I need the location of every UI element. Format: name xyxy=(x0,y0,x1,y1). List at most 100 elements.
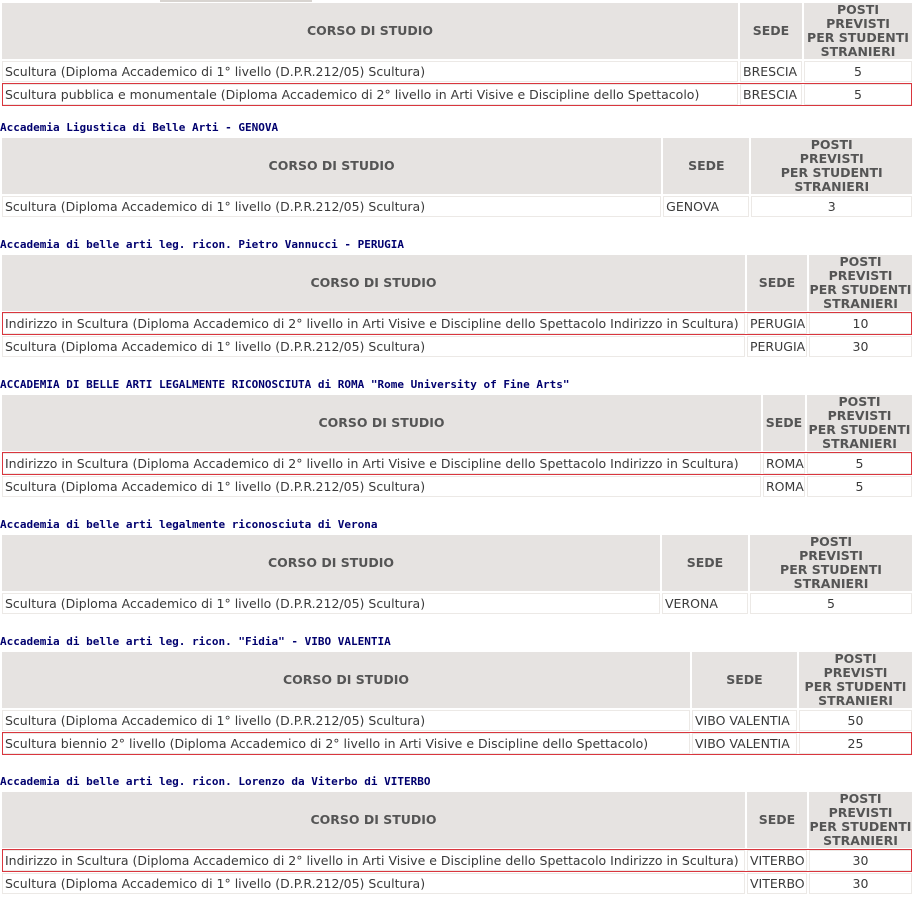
places-header-line: POSTI xyxy=(837,2,879,17)
table-row: Indirizzo in Scultura (Diploma Accademic… xyxy=(2,850,912,871)
places-cell: 5 xyxy=(807,453,912,474)
table-row: Scultura (Diploma Accademico di 1° livel… xyxy=(2,61,912,82)
seat-column-header: SEDE xyxy=(747,792,807,848)
course-name-cell: Scultura (Diploma Accademico di 1° livel… xyxy=(2,336,745,357)
course-name-cell: Scultura (Diploma Accademico di 1° livel… xyxy=(2,61,738,82)
seat-cell: GENOVA xyxy=(663,196,750,217)
places-column-header: POSTI PREVISTI PER STUDENTI STRANIERI xyxy=(750,535,912,591)
seat-cell: VIBO VALENTIA xyxy=(692,733,797,754)
table-row: Scultura (Diploma Accademico di 1° livel… xyxy=(2,710,912,731)
seat-cell: BRESCIA xyxy=(740,61,802,82)
course-column-header: CORSO DI STUDIO xyxy=(2,652,690,708)
course-column-header: CORSO DI STUDIO xyxy=(2,535,660,591)
places-header-line: PER STUDENTI xyxy=(780,165,883,180)
course-name-cell: Indirizzo in Scultura (Diploma Accademic… xyxy=(2,313,745,334)
places-header-line: POSTI xyxy=(839,791,882,806)
table-row: Scultura (Diploma Accademico di 1° livel… xyxy=(2,593,912,614)
places-header-line: PREVISTI xyxy=(799,548,863,563)
course-table: CORSO DI STUDIO SEDE POSTI PREVISTI PER STUD… xyxy=(0,790,914,896)
places-cell: 5 xyxy=(807,476,912,497)
places-header-line: PER STUDENTI xyxy=(807,30,909,45)
places-cell: 30 xyxy=(809,873,912,894)
course-table: CORSO DI STUDIO SEDE POSTI PREVISTI PER STUD… xyxy=(0,650,914,756)
places-header-line: POSTI xyxy=(810,137,853,152)
table-row: Scultura (Diploma Accademico di 1° livel… xyxy=(2,873,912,894)
seat-cell: VITERBO xyxy=(747,873,807,894)
places-column-header: POSTI PREVISTI PER STUDENTI STRANIERI xyxy=(809,792,912,848)
course-name-cell: Indirizzo in Scultura (Diploma Accademic… xyxy=(2,850,745,871)
course-column-header: CORSO DI STUDIO xyxy=(2,255,745,311)
seat-column-header: SEDE xyxy=(763,395,805,451)
seat-cell: VIBO VALENTIA xyxy=(692,710,797,731)
places-header-line: STRANIERI xyxy=(818,693,893,708)
table-row: Scultura (Diploma Accademico di 1° livel… xyxy=(2,476,912,497)
places-header-line: STRANIERI xyxy=(794,179,870,194)
places-cell: 50 xyxy=(799,710,912,731)
institution-title: Accademia Ligustica di Belle Arti - GENO… xyxy=(0,121,279,134)
seat-cell: BRESCIA xyxy=(740,84,802,105)
table-row: Scultura (Diploma Accademico di 1° livel… xyxy=(2,336,912,357)
places-cell: 10 xyxy=(809,313,912,334)
places-header-line: STRANIERI xyxy=(793,576,869,591)
places-header-line: POSTI xyxy=(810,534,852,549)
places-header-line: PREVISTI xyxy=(823,665,888,680)
seat-cell: PERUGIA xyxy=(747,336,807,357)
seat-column-header: SEDE xyxy=(740,3,802,59)
places-header-line: POSTI xyxy=(838,394,881,409)
course-name-cell: Scultura biennio 2° livello (Diploma Acc… xyxy=(2,733,690,754)
course-table: CORSO DI STUDIO SEDE POSTI PREVISTI PER STUD… xyxy=(0,136,914,219)
places-column-header: POSTI PREVISTI PER STUDENTI STRANIERI xyxy=(809,255,912,311)
table-row: Indirizzo in Scultura (Diploma Accademic… xyxy=(2,313,912,334)
course-name-cell: Scultura (Diploma Accademico di 1° livel… xyxy=(2,196,662,217)
places-header-line: STRANIERI xyxy=(823,296,898,311)
places-cell: 30 xyxy=(809,850,912,871)
institution-title: Accademia di belle arti leg. ricon. Piet… xyxy=(0,238,404,251)
table-row: Scultura (Diploma Accademico di 1° livel… xyxy=(2,196,912,217)
places-column-header: POSTI PREVISTI PER STUDENTI STRANIERI xyxy=(799,652,912,708)
seat-cell: ROMA xyxy=(763,476,805,497)
seat-cell: VITERBO xyxy=(747,850,807,871)
places-header-line: PREVISTI xyxy=(828,805,893,820)
places-header-line: PER STUDENTI xyxy=(809,282,912,297)
places-header-line: PER STUDENTI xyxy=(804,679,907,694)
places-cell: 5 xyxy=(804,84,912,105)
course-table: CORSO DI STUDIO SEDE POSTI PREVISTI PER STUD… xyxy=(0,533,914,616)
places-header-line: PREVISTI xyxy=(828,268,893,283)
places-header-line: PER STUDENTI xyxy=(780,562,882,577)
course-table: CORSO DI STUDIO SEDE POSTI PREVISTI PER STUD… xyxy=(0,1,914,107)
course-name-cell: Indirizzo in Scultura (Diploma Accademic… xyxy=(2,453,761,474)
course-name-cell: Scultura (Diploma Accademico di 1° livel… xyxy=(2,710,690,731)
course-name-cell: Scultura (Diploma Accademico di 1° livel… xyxy=(2,873,745,894)
places-column-header: POSTI PREVISTI PER STUDENTI STRANIERI xyxy=(807,395,912,451)
places-cell: 30 xyxy=(809,336,912,357)
places-header-line: STRANIERI xyxy=(822,436,897,451)
places-header-line: STRANIERI xyxy=(820,44,896,59)
seat-cell: ROMA xyxy=(763,453,805,474)
course-table: CORSO DI STUDIO SEDE POSTI PREVISTI PER STUD… xyxy=(0,393,914,499)
seat-column-header: SEDE xyxy=(747,255,807,311)
seat-cell: PERUGIA xyxy=(747,313,807,334)
institution-title: Accademia di belle arti legalmente ricon… xyxy=(0,518,378,531)
places-cell: 5 xyxy=(750,593,912,614)
course-column-header: CORSO DI STUDIO xyxy=(2,138,662,194)
places-header-line: PREVISTI xyxy=(826,16,890,31)
seat-cell: VERONA xyxy=(662,593,748,614)
places-header-line: POSTI xyxy=(834,651,877,666)
places-cell: 3 xyxy=(751,196,912,217)
places-column-header: POSTI PREVISTI PER STUDENTI STRANIERI xyxy=(804,3,912,59)
places-cell: 5 xyxy=(804,61,912,82)
table-row: Indirizzo in Scultura (Diploma Accademic… xyxy=(2,453,912,474)
institution-title: ACCADEMIA DI BELLE ARTI LEGALMENTE RICON… xyxy=(0,378,570,391)
places-header-line: PREVISTI xyxy=(827,408,892,423)
institution-title: Accademia di belle arti leg. ricon. Lore… xyxy=(0,775,431,788)
places-header-line: PER STUDENTI xyxy=(808,422,911,437)
places-column-header: POSTI PREVISTI PER STUDENTI STRANIERI xyxy=(751,138,912,194)
seat-column-header: SEDE xyxy=(692,652,797,708)
places-header-line: PREVISTI xyxy=(799,151,864,166)
places-header-line: POSTI xyxy=(839,254,882,269)
places-cell: 25 xyxy=(799,733,912,754)
course-column-header: CORSO DI STUDIO xyxy=(2,3,738,59)
course-table: CORSO DI STUDIO SEDE POSTI PREVISTI PER STUD… xyxy=(0,253,914,359)
course-column-header: CORSO DI STUDIO xyxy=(2,395,761,451)
places-header-line: STRANIERI xyxy=(823,833,898,848)
